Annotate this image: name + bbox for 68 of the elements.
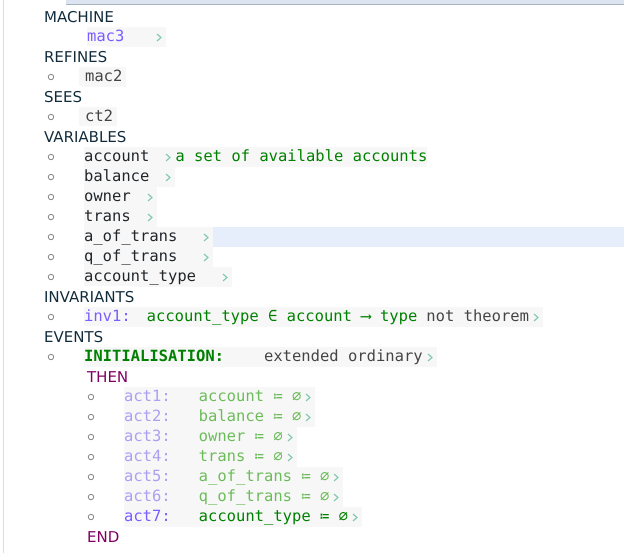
action-label: act3: [124,426,171,448]
action-label: act4: [124,446,171,468]
variable-name: account_type [84,266,196,288]
bullet-icon [47,353,55,361]
chevron-icon[interactable] [156,32,162,42]
variable-name: balance [84,166,150,188]
action-assignment: trans ≔ ∅ [198,446,283,468]
variable-name: owner [84,186,131,208]
action-assignment: q_of_trans ≔ ∅ [198,486,330,508]
chevron-icon[interactable] [352,512,358,522]
chevron-icon[interactable] [305,392,312,402]
chevron-icon[interactable] [305,412,312,422]
bullet-icon [47,173,55,181]
action-assignment: balance ≔ ∅ [198,406,302,428]
chevron-icon[interactable] [333,472,340,482]
bullet-icon [47,153,55,161]
chevron-icon[interactable] [165,172,172,182]
variable-comment: a set of available accounts [175,146,428,168]
context-name: ct2 [85,106,113,128]
variable-name: a_of_trans [84,226,178,248]
invariant-label: inv1: [84,306,131,328]
bullet-icon [87,473,95,481]
action-label: act7: [124,506,171,528]
chevron-icon[interactable] [222,272,228,282]
bullet-icon [87,493,95,501]
section-keyword: END [87,526,120,548]
action-assignment: owner ≔ ∅ [198,426,283,448]
action-label: act6: [124,486,171,508]
bullet-icon [47,213,55,221]
chevron-icon[interactable] [286,432,293,442]
bullet-icon [47,233,55,241]
bullet-icon [47,253,55,261]
chevron-icon[interactable] [146,192,153,202]
action-label: act5: [124,466,171,488]
bullet-icon [47,273,55,281]
invariant-predicate: account_type ∈ account ⟶ type [146,306,418,328]
variable-name: account [84,146,150,168]
chevron-icon[interactable] [146,212,153,222]
bullet-icon [47,193,55,201]
bullet-icon [47,73,55,81]
bullet-icon [87,393,95,401]
bullet-icon [47,113,55,121]
theorem-attribute: not theorem [426,306,529,328]
bullet-icon [87,433,95,441]
scroll-bar[interactable] [66,0,624,5]
chevron-icon[interactable] [333,492,340,502]
event-attributes: extended ordinary [264,346,423,368]
variable-name: trans [84,206,131,228]
action-label: act1: [124,386,171,408]
section-keyword: THEN [87,366,128,388]
refined-machine-name: mac2 [85,66,122,88]
chevron-icon[interactable] [532,312,539,322]
action-assignment: account ≔ ∅ [198,386,302,408]
chevron-icon[interactable] [203,252,210,262]
bullet-icon [47,313,55,321]
chevron-icon[interactable] [286,452,293,462]
machine-name: mac3 [87,26,124,48]
chevron-icon[interactable] [203,232,210,242]
chevron-icon[interactable] [426,352,433,362]
variable-name: q_of_trans [84,246,178,268]
bullet-icon [87,453,95,461]
chevron-icon[interactable] [165,152,172,162]
bullet-icon [87,413,95,421]
bullet-icon [87,513,95,521]
action-assignment: a_of_trans ≔ ∅ [198,466,330,488]
action-label: act2: [124,406,171,428]
event-name: INITIALISATION: [84,346,224,368]
action-assignment: account_type ≔ ∅ [198,506,348,528]
